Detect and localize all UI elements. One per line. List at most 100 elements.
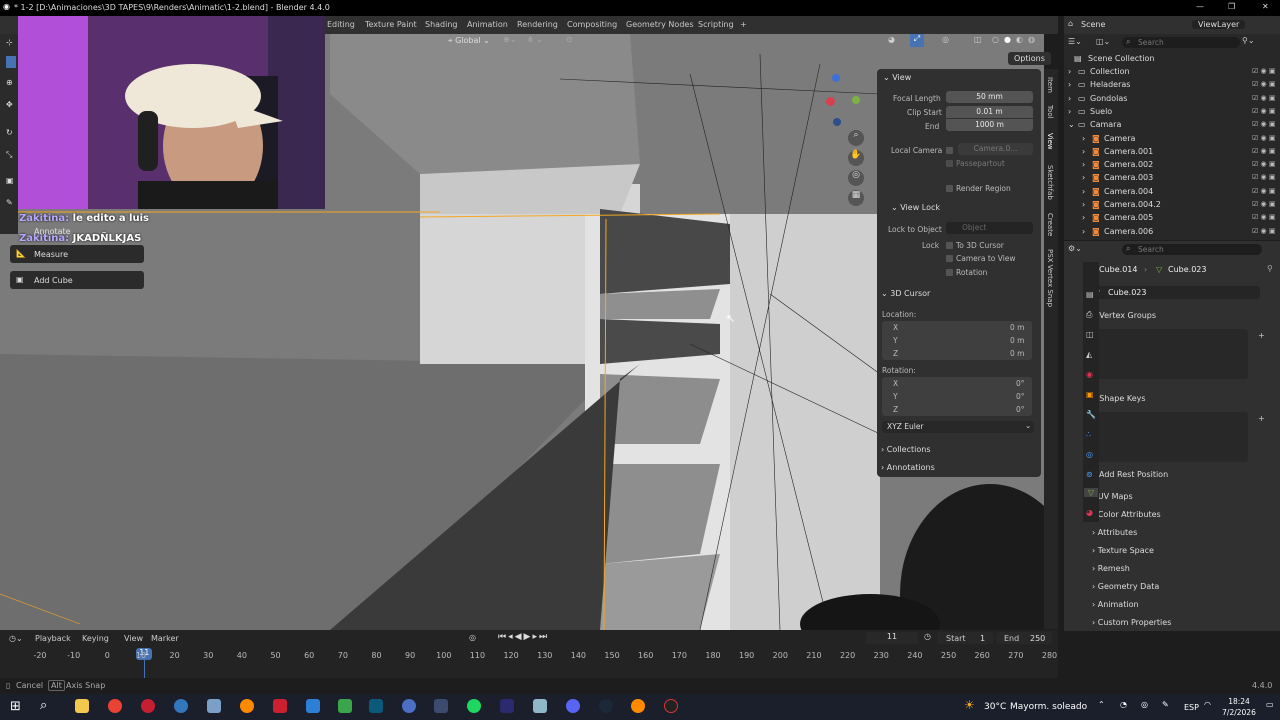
tab-psx-vertex-snap[interactable]: PSX Vertex Snap [1046,249,1054,307]
after-effects-icon[interactable] [500,699,514,713]
expand-chevron-icon[interactable]: › [1082,147,1085,156]
outliner-search[interactable]: ⌕ Search [1122,37,1240,48]
breadcrumb-mesh[interactable]: Cube.023 [1168,265,1206,274]
tray-expand-icon[interactable]: ⌃ [1098,700,1105,709]
particles-tab-icon[interactable]: ∴ [1086,430,1091,439]
tool-icon[interactable] [434,699,448,713]
view-section-header[interactable]: ⌄ View [883,73,911,82]
outliner-item[interactable]: ⌄ ▭ Camara ☑ ◉ ▣ [1064,118,1280,131]
3d-cursor-header[interactable]: ⌄ 3D Cursor [881,289,930,298]
material-shading-icon[interactable]: ◐ [1016,35,1023,44]
tab-shading[interactable]: Shading [425,20,458,29]
notification-icon[interactable]: ▭ [1266,700,1274,709]
tray-icon[interactable]: ◎ [1141,700,1148,709]
gizmo-z-icon[interactable] [832,74,840,82]
clock-time[interactable]: 18:24 [1226,697,1252,706]
outliner-item[interactable]: › ◙ Camera.002 ☑ ◉ ▣ [1064,158,1280,171]
transform-orientation-select[interactable]: ⌖ Global ⌄ [448,36,490,46]
properties-section-header[interactable]: › Custom Properties [1092,618,1171,627]
maximize-icon[interactable]: ❐ [1228,2,1235,11]
rot-y-value[interactable]: 0° [1016,392,1025,401]
expand-chevron-icon[interactable]: › [1082,200,1085,209]
visibility-icon[interactable]: ◕ [888,35,895,44]
wifi-icon[interactable]: ◠ [1204,700,1211,709]
tab-geometry-nodes[interactable]: Geometry Nodes [626,20,693,29]
discord-icon[interactable] [566,699,580,713]
focal-length-field[interactable]: 50 mm [946,91,1033,103]
transform-tool-icon[interactable]: ▣ [6,176,14,185]
annotations-header[interactable]: › Annotations [881,463,935,472]
snap-icon[interactable]: ⋔ ⌄ [527,35,543,44]
outliner-item[interactable]: › ◙ Camera.005 ☑ ◉ ▣ [1064,211,1280,224]
expand-chevron-icon[interactable]: › [1082,227,1085,236]
move-tool-icon[interactable]: ✥ [6,100,13,109]
properties-section-header[interactable]: › Attributes [1092,528,1137,537]
visibility-toggles-icon[interactable]: ☑ ◉ ▣ [1252,80,1275,88]
display-mode-icon[interactable]: ◫⌄ [1096,37,1110,46]
annotate-tool-icon[interactable]: ✎ [6,198,13,207]
menu-marker[interactable]: Marker [151,634,179,643]
camera-view-icon[interactable]: ◎ [848,170,864,186]
blender-taskbar-icon[interactable] [240,699,254,713]
expand-chevron-icon[interactable]: › [1082,134,1085,143]
lock-rotation-checkbox[interactable] [946,269,953,276]
expand-chevron-icon[interactable]: › [1068,94,1071,103]
gizmo-y-icon[interactable] [852,96,860,104]
chrome-icon[interactable] [108,699,122,713]
xray-icon[interactable]: ◫ [974,35,982,44]
expand-chevron-icon[interactable]: › [1068,67,1071,76]
clip-start-field[interactable]: 0.01 m [946,106,1033,118]
tray-app-icon[interactable]: ◔ [1120,700,1127,709]
menu-playback[interactable]: Playback [35,634,71,643]
obs-icon[interactable] [664,699,678,713]
tab-scripting[interactable]: Scripting [698,20,734,29]
overlay-icon[interactable]: ◎ [942,35,949,44]
wireframe-shading-icon[interactable]: ○ [992,35,999,44]
tab-create[interactable]: Create [1046,213,1054,236]
properties-section-header[interactable]: › Color Attributes [1092,510,1161,519]
properties-section-header[interactable]: › Texture Space [1092,546,1154,555]
outliner-item[interactable]: › ▭ Heladeras ☑ ◉ ▣ [1064,78,1280,91]
expand-chevron-icon[interactable]: › [1082,173,1085,182]
active-tool-icon[interactable] [6,56,16,68]
expand-chevron-icon[interactable]: › [1082,187,1085,196]
tab-texture-paint[interactable]: Texture Paint [365,20,417,29]
to-3d-cursor-checkbox[interactable] [946,242,953,249]
tab-tool[interactable]: Tool [1046,105,1054,119]
proportional-edit-icon[interactable]: ⊙ [566,35,573,44]
outliner-item[interactable]: › ◙ Camera.004 ☑ ◉ ▣ [1064,185,1280,198]
tab-item[interactable]: Item [1046,77,1054,93]
search-taskbar-icon[interactable]: ⌕ [40,698,47,713]
rotate-tool-icon[interactable]: ↻ [6,128,13,137]
breadcrumb-object[interactable]: Cube.014 [1099,265,1137,274]
tab-editing[interactable]: Editing [327,20,355,29]
view-layer-tab-icon[interactable]: ◫ [1086,330,1094,339]
close-icon[interactable]: ✕ [1262,2,1269,11]
view-lock-header[interactable]: ⌄ View Lock [891,203,940,212]
physics-tab-icon[interactable]: ◎ [1086,450,1093,459]
expand-chevron-icon[interactable]: ⌄ [1068,120,1075,129]
rot-z-value[interactable]: 0° [1016,405,1025,414]
pin-icon[interactable]: ⚲ [1267,264,1273,273]
add-shape-key-icon[interactable]: + [1258,414,1265,423]
clock-date[interactable]: 7/2/2026 [1218,708,1260,717]
constraints-tab-icon[interactable]: ⊚ [1086,470,1093,479]
gizmo-toggle-icon[interactable]: ⤢ [910,34,924,47]
minimize-icon[interactable]: — [1196,2,1204,11]
local-camera-field[interactable]: Camera.0... [958,143,1033,155]
windows-start-icon[interactable]: ⊞ [10,699,21,714]
tool-annotate[interactable]: Annotate [10,222,144,240]
outliner-item[interactable]: › ▭ Gondolas ☑ ◉ ▣ [1064,92,1280,105]
visibility-toggles-icon[interactable]: ☑ ◉ ▣ [1252,160,1275,168]
opera-icon[interactable] [141,699,155,713]
scene-selector[interactable]: Scene [1081,20,1105,29]
vim-icon[interactable] [369,699,383,713]
gizmo-x-icon[interactable] [826,97,835,106]
data-tab-icon[interactable]: ▽ [1084,488,1098,497]
video-editor-icon[interactable] [273,699,287,713]
filter-icon[interactable]: ⚲⌄ [1242,36,1255,45]
visibility-toggles-icon[interactable]: ☑ ◉ ▣ [1252,94,1275,102]
select-tool-icon[interactable]: ⊹ [6,38,13,47]
tool-measure[interactable]: 📐 Measure [10,245,144,263]
collections-header[interactable]: › Collections [881,445,931,454]
